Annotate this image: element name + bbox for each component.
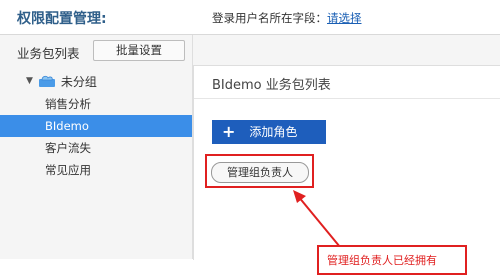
annotation-note: 管理组负责人已经拥有 bbox=[317, 245, 467, 275]
annotation-arrow bbox=[293, 190, 341, 248]
